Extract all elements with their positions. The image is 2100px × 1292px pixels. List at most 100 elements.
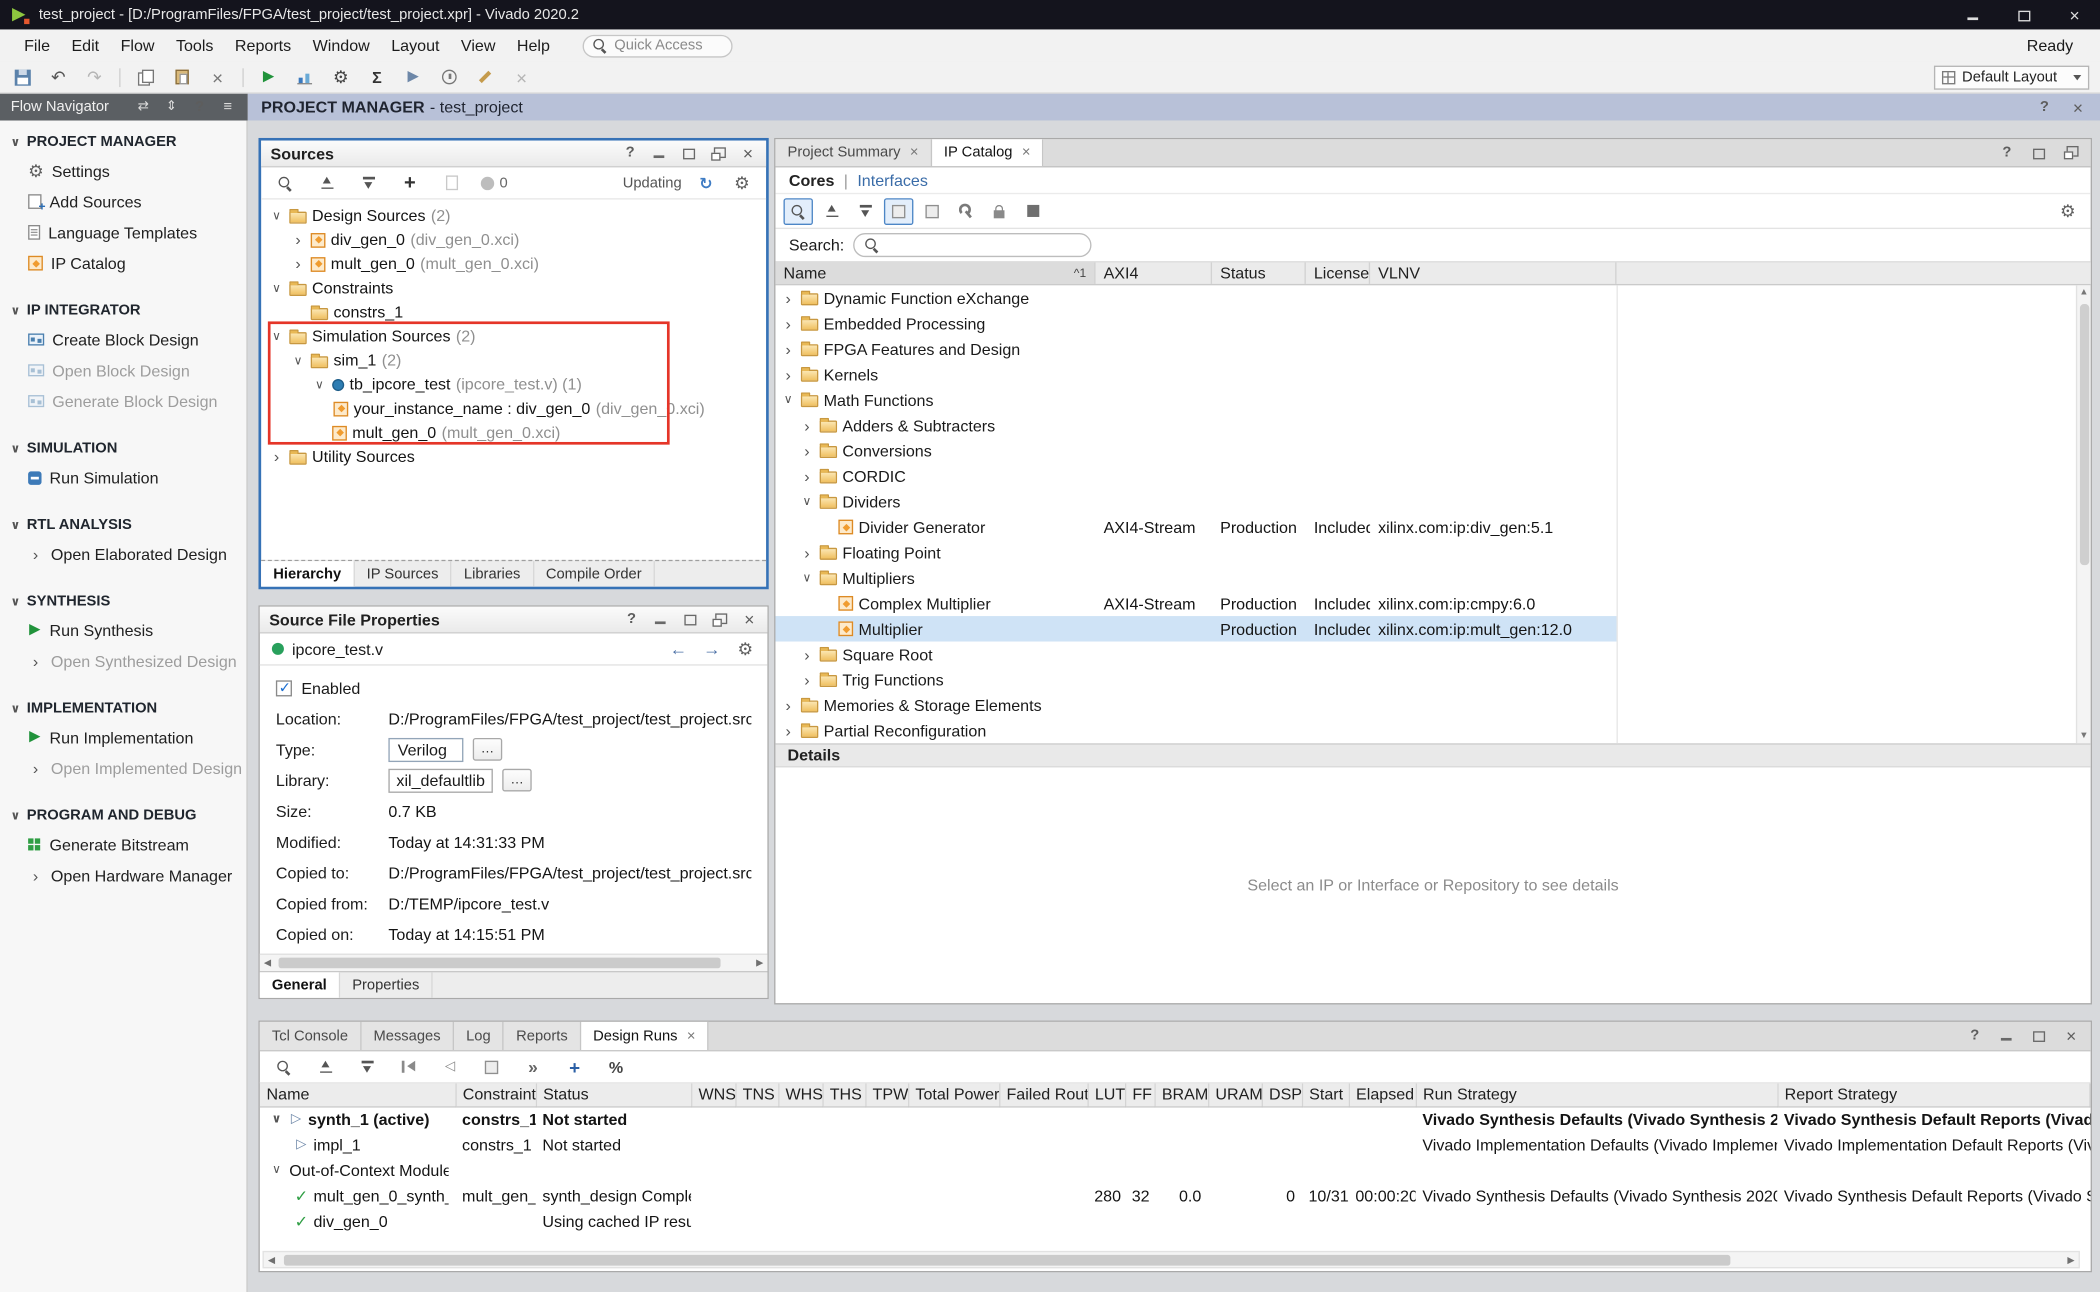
- ip-catalog-row[interactable]: ∨Multipliers: [775, 565, 1616, 590]
- design-runs-expand-all-button[interactable]: [355, 1055, 379, 1079]
- results-maximize-button[interactable]: [2030, 1027, 2047, 1044]
- runs-column-start[interactable]: Start: [1302, 1083, 1349, 1106]
- runs-column-tns[interactable]: TNS: [735, 1083, 778, 1106]
- chevron-open-icon[interactable]: ∨: [8, 595, 23, 607]
- chevron-open-icon[interactable]: ∨: [8, 810, 23, 822]
- chevron-open-icon[interactable]: ∨: [8, 702, 23, 714]
- library-input[interactable]: xil_defaultlib: [388, 768, 493, 792]
- tree-item[interactable]: ∨Constraints: [261, 276, 766, 300]
- quick-access-search[interactable]: Quick Access: [582, 34, 732, 57]
- design-run-row[interactable]: ▷impl_1constrs_1Not startedVivado Implem…: [260, 1132, 2090, 1157]
- properties-float-button[interactable]: [711, 611, 728, 628]
- panel-tab-design-runs[interactable]: Design Runs×: [581, 1022, 709, 1050]
- design-runs-create-runs-button[interactable]: +: [563, 1055, 587, 1079]
- ip-catalog-row[interactable]: ›Partial Reconfiguration: [775, 718, 1616, 743]
- flow-item-language-templates[interactable]: Language Templates: [0, 217, 246, 248]
- chevron-closed-icon[interactable]: ›: [781, 366, 796, 382]
- chevron-closed-icon[interactable]: ›: [800, 443, 815, 459]
- sources-search-button[interactable]: [273, 171, 297, 195]
- chevron-open-icon[interactable]: ∨: [269, 282, 284, 294]
- toolbar-paste-button[interactable]: [170, 66, 193, 89]
- ip-catalog-row[interactable]: ›Dynamic Function eXchange: [775, 285, 1616, 310]
- window-maximize-button[interactable]: [1998, 0, 2049, 29]
- flow-item-open-hardware-manager[interactable]: ›Open Hardware Manager: [0, 860, 246, 891]
- chevron-closed-icon[interactable]: ›: [800, 468, 815, 484]
- editor-tab-project-summary[interactable]: Project Summary×: [775, 139, 931, 166]
- sources-minimize-button[interactable]: [651, 145, 668, 162]
- runs-column-whs[interactable]: WHS: [778, 1083, 822, 1106]
- properties-forward-button[interactable]: →: [702, 637, 722, 661]
- toolbar-cancel-button[interactable]: ×: [510, 66, 533, 89]
- panel-tab-log[interactable]: Log: [454, 1022, 504, 1050]
- chevron-open-icon[interactable]: ∨: [781, 394, 796, 406]
- breadcrumb-cores[interactable]: Cores: [789, 171, 835, 190]
- sources-float-button[interactable]: [710, 145, 727, 162]
- flow-section-header[interactable]: ∨SYNTHESIS: [0, 588, 246, 615]
- chevron-closed-icon[interactable]: ›: [800, 672, 815, 688]
- menu-window[interactable]: Window: [302, 36, 381, 55]
- sources-tab-libraries[interactable]: Libraries: [452, 561, 534, 586]
- sources-help-button[interactable]: ?: [621, 145, 638, 162]
- menu-help[interactable]: Help: [506, 36, 560, 55]
- properties-maximize-button[interactable]: [682, 611, 699, 628]
- sources-tab-compile-order[interactable]: Compile Order: [534, 561, 655, 586]
- design-runs-percent-button[interactable]: %: [604, 1055, 628, 1079]
- chevron-closed-icon[interactable]: ›: [291, 232, 306, 248]
- design-run-row[interactable]: ∨Out-of-Context Module Runs: [260, 1157, 2090, 1182]
- flow-item-run-synthesis[interactable]: ▶Run Synthesis: [0, 615, 246, 646]
- ip-catalog-row[interactable]: ›FPGA Features and Design: [775, 336, 1616, 361]
- runs-column-ff[interactable]: FF: [1125, 1083, 1154, 1106]
- tree-item[interactable]: ∨tb_ipcore_test(ipcore_test.v) (1): [261, 372, 766, 396]
- ip-catalog-search-input[interactable]: [854, 233, 1092, 257]
- runs-column-ths[interactable]: THS: [822, 1083, 865, 1106]
- tree-item[interactable]: ∨Design Sources(2): [261, 204, 766, 228]
- scroll-left-icon[interactable]: ◀: [264, 958, 271, 969]
- toolbar-undo-button[interactable]: ↶: [47, 66, 70, 89]
- ip-catalog-row[interactable]: Divider GeneratorAXI4-StreamProductionIn…: [775, 514, 1616, 539]
- scroll-up-icon[interactable]: ▲: [2079, 288, 2088, 297]
- flow-item-generate-bitstream[interactable]: Generate Bitstream: [0, 829, 246, 860]
- ip-catalog-row[interactable]: ›Kernels: [775, 362, 1616, 387]
- flow-section-header[interactable]: ∨PROGRAM AND DEBUG: [0, 802, 246, 829]
- layout-selector[interactable]: Default Layout: [1934, 65, 2089, 89]
- chevron-closed-icon[interactable]: ›: [800, 417, 815, 433]
- flow-navigator-help-button[interactable]: ?: [190, 98, 209, 117]
- toolbar-run-button[interactable]: ▶: [257, 66, 280, 89]
- design-runs-run-step-button[interactable]: [479, 1055, 503, 1079]
- menu-file[interactable]: File: [13, 36, 60, 55]
- sources-add-button[interactable]: +: [398, 171, 422, 195]
- tree-item[interactable]: ∨sim_1(2): [261, 348, 766, 372]
- sources-maximize-button[interactable]: [680, 145, 697, 162]
- design-runs-search-button[interactable]: [272, 1055, 296, 1079]
- runs-column-constraints[interactable]: Constraints: [455, 1083, 535, 1106]
- runs-column-dsp[interactable]: DSP: [1262, 1083, 1302, 1106]
- column-header-name[interactable]: Name^1: [775, 263, 1095, 284]
- ip-catalog-hierarchy-view-button[interactable]: [884, 198, 913, 225]
- column-header-status[interactable]: Status: [1212, 263, 1306, 284]
- design-run-row[interactable]: ✓div_gen_0Using cached IP results: [260, 1208, 2090, 1233]
- chevron-closed-icon[interactable]: ›: [269, 449, 284, 465]
- chevron-closed-icon[interactable]: ›: [28, 546, 43, 562]
- toolbar-save-button[interactable]: [11, 66, 34, 89]
- chevron-open-icon[interactable]: ∨: [269, 330, 284, 342]
- column-header-license[interactable]: License: [1306, 263, 1370, 284]
- runs-column-report-strategy[interactable]: Report Strategy: [1777, 1083, 2090, 1106]
- chevron-closed-icon[interactable]: ›: [28, 867, 43, 883]
- tree-item[interactable]: ∨Simulation Sources(2): [261, 324, 766, 348]
- enabled-checkbox[interactable]: [276, 680, 292, 696]
- ip-catalog-row[interactable]: ›Embedded Processing: [775, 311, 1616, 336]
- ip-catalog-row[interactable]: ›Trig Functions: [775, 667, 1616, 692]
- chevron-closed-icon[interactable]: ›: [800, 544, 815, 560]
- ip-catalog-expand-all-button[interactable]: [850, 198, 879, 225]
- flow-item-settings[interactable]: ⚙Settings: [0, 155, 246, 186]
- properties-tab-general[interactable]: General: [260, 972, 340, 997]
- chevron-open-icon[interactable]: ∨: [291, 354, 306, 366]
- chevron-closed-icon[interactable]: ›: [781, 290, 796, 306]
- toolbar-report-sum-button[interactable]: Σ: [366, 66, 389, 89]
- chevron-open-icon[interactable]: ∨: [269, 1164, 284, 1176]
- menu-tools[interactable]: Tools: [165, 36, 224, 55]
- scrollbar-thumb[interactable]: [2080, 304, 2089, 565]
- runs-column-lut[interactable]: LUT: [1088, 1083, 1126, 1106]
- flow-item-ip-catalog[interactable]: IP Catalog: [0, 248, 246, 279]
- runs-column-status[interactable]: Status: [536, 1083, 691, 1106]
